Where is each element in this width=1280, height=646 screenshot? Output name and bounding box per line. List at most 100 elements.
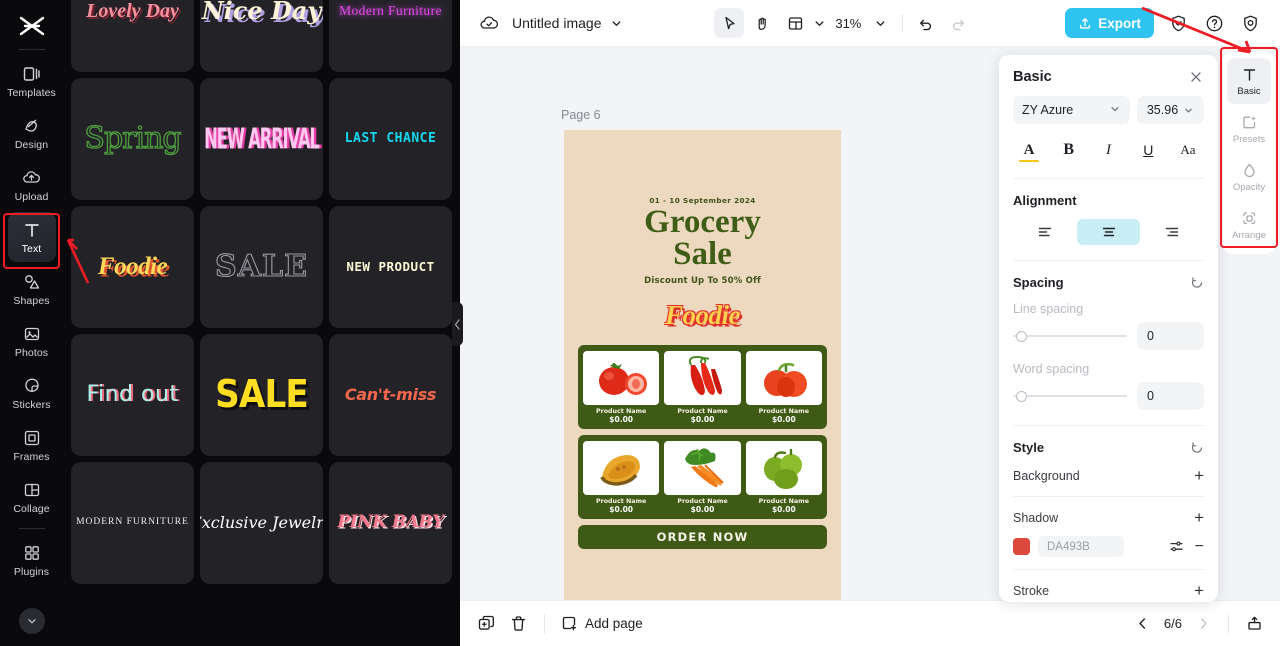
layout-chevron[interactable] (813, 17, 826, 30)
sidebar-item-photos[interactable]: Photos (8, 316, 56, 366)
rail-item-arrange[interactable]: Arrange (1227, 202, 1271, 248)
product-item[interactable]: Product Name $0.00 (664, 351, 741, 424)
close-x-icon[interactable] (1188, 69, 1204, 85)
word-spacing-input[interactable]: 0 (1137, 382, 1204, 410)
font-size-select[interactable]: 35.96 (1137, 96, 1204, 124)
file-name[interactable]: Untitled image (512, 15, 602, 31)
text-template-card[interactable]: Nice Day (200, 0, 323, 72)
text-template-card[interactable]: Lovely Day (71, 0, 194, 72)
shadow-label: Shadow (1013, 510, 1059, 525)
poster-selected-text[interactable]: Foodie (573, 300, 832, 331)
slider-knob[interactable] (1016, 330, 1027, 342)
shadow-actions: − (1169, 538, 1204, 555)
text-template-card[interactable]: Spring (71, 78, 194, 200)
cursor-select-icon[interactable] (714, 8, 745, 38)
text-template-card[interactable]: PINK BABY (329, 462, 452, 584)
prev-page-button[interactable] (1133, 614, 1153, 634)
shadow-color-hex[interactable]: DA493B (1038, 536, 1124, 557)
collapse-sidebar-button[interactable] (18, 608, 45, 634)
product-item[interactable]: Product Name $0.00 (664, 441, 741, 514)
text-template-card[interactable]: MODERN FURNITURE (71, 462, 194, 584)
text-template-card[interactable]: NEW PRODUCT (329, 206, 452, 328)
align-center-button[interactable] (1076, 219, 1141, 245)
sidebar-item-plugins[interactable]: Plugins (8, 535, 56, 585)
text-template-card[interactable]: SALE (200, 334, 323, 456)
font-color-button[interactable]: A (1016, 137, 1042, 163)
reset-icon[interactable] (1190, 441, 1204, 455)
templates-icon (22, 64, 42, 84)
text-template-card[interactable]: NEW ARRIVAL (200, 78, 323, 200)
poster-subtitle[interactable]: Discount Up To 50% Off (573, 276, 832, 286)
capcut-logo[interactable] (17, 13, 47, 39)
text-template-card[interactable]: SALE (200, 206, 323, 328)
add-shadow-button[interactable]: + (1194, 509, 1204, 526)
cloud-saved-icon[interactable] (474, 8, 504, 38)
sidebar-item-collage[interactable]: Collage (8, 472, 56, 522)
add-stroke-button[interactable]: + (1194, 582, 1204, 599)
zoom-chevron[interactable] (874, 17, 887, 30)
font-family-select[interactable]: ZY Azure (1013, 96, 1130, 124)
sidebar-item-shapes[interactable]: Shapes (8, 264, 56, 314)
collapse-panel-handle[interactable] (452, 302, 463, 346)
sidebar-item-stickers[interactable]: Stickers (8, 368, 56, 418)
text-template-card[interactable]: Foodie (71, 206, 194, 328)
layout-grid-icon[interactable] (780, 8, 810, 38)
sidebar-item-design[interactable]: Design (8, 108, 56, 158)
canvas-tools-group: 31% (714, 8, 973, 38)
rail-item-opacity[interactable]: Opacity (1227, 154, 1271, 200)
add-page-button[interactable]: Add page (561, 615, 643, 632)
product-item[interactable]: Product Name $0.00 (745, 441, 822, 514)
align-left-button[interactable] (1013, 219, 1077, 245)
help-question-icon[interactable] (1200, 8, 1230, 38)
product-item[interactable]: Product Name $0.00 (583, 441, 660, 514)
text-template-card[interactable]: Find out (71, 334, 194, 456)
sidebar-item-templates[interactable]: Templates (7, 56, 56, 106)
shadow-color-swatch[interactable] (1013, 538, 1030, 555)
divider-2 (1013, 260, 1204, 261)
duplicate-page-icon[interactable] (476, 614, 496, 634)
export-button[interactable]: Export (1065, 8, 1154, 38)
redo-icon[interactable] (943, 8, 973, 38)
bold-button[interactable]: B (1056, 137, 1082, 163)
remove-shadow-button[interactable]: − (1195, 538, 1204, 555)
word-spacing-slider[interactable] (1013, 388, 1127, 404)
hand-pan-icon[interactable] (747, 8, 777, 38)
line-spacing-input[interactable]: 0 (1137, 322, 1204, 350)
rail-item-basic[interactable]: Basic (1227, 58, 1271, 104)
sidebar-item-frames[interactable]: Frames (8, 420, 56, 470)
trash-delete-icon[interactable] (508, 614, 528, 634)
zoom-level[interactable]: 31% (829, 16, 863, 31)
slider-knob[interactable] (1016, 390, 1027, 402)
italic-button[interactable]: I (1096, 137, 1122, 163)
next-page-button[interactable] (1193, 614, 1213, 634)
poster-title[interactable]: Grocery Sale (573, 206, 832, 271)
product-item[interactable]: Product Name $0.00 (583, 351, 660, 424)
shield-check-icon[interactable] (1164, 8, 1194, 38)
rail-item-presets[interactable]: Presets (1227, 106, 1271, 152)
topbar-right-group: Export (1065, 8, 1266, 38)
reset-icon[interactable] (1190, 276, 1204, 290)
poster-order-button[interactable]: ORDER NOW (578, 525, 827, 549)
settings-gear-icon[interactable] (1236, 8, 1266, 38)
shadow-settings-icon[interactable] (1169, 539, 1184, 554)
sidebar-item-text[interactable]: Text (7, 212, 56, 262)
rail-item-label: Presets (1232, 133, 1266, 145)
file-menu-chevron[interactable] (610, 17, 623, 30)
text-template-card[interactable]: Can't-miss (329, 334, 452, 456)
undo-icon[interactable] (910, 8, 940, 38)
text-template-card[interactable]: Exclusive Jewelry (200, 462, 323, 584)
text-case-button[interactable]: Aa (1175, 137, 1201, 163)
page-canvas[interactable]: 01 - 10 September 2024 Grocery Sale Disc… (564, 130, 841, 600)
align-right-button[interactable] (1140, 219, 1204, 245)
template-label: Can't-miss (344, 384, 437, 404)
product-item[interactable]: Product Name $0.00 (745, 351, 822, 424)
product-name: Product Name (758, 408, 809, 415)
upload-box-icon[interactable] (1244, 614, 1264, 634)
underline-button[interactable]: U (1135, 137, 1161, 163)
line-spacing-slider[interactable] (1013, 328, 1127, 344)
add-background-button[interactable]: + (1194, 467, 1204, 484)
chevron-down-icon (1183, 105, 1194, 116)
text-template-card[interactable]: LAST CHANCE (329, 78, 452, 200)
sidebar-item-upload[interactable]: Upload (8, 160, 56, 210)
text-template-card[interactable]: Modern Furniture (329, 0, 452, 72)
